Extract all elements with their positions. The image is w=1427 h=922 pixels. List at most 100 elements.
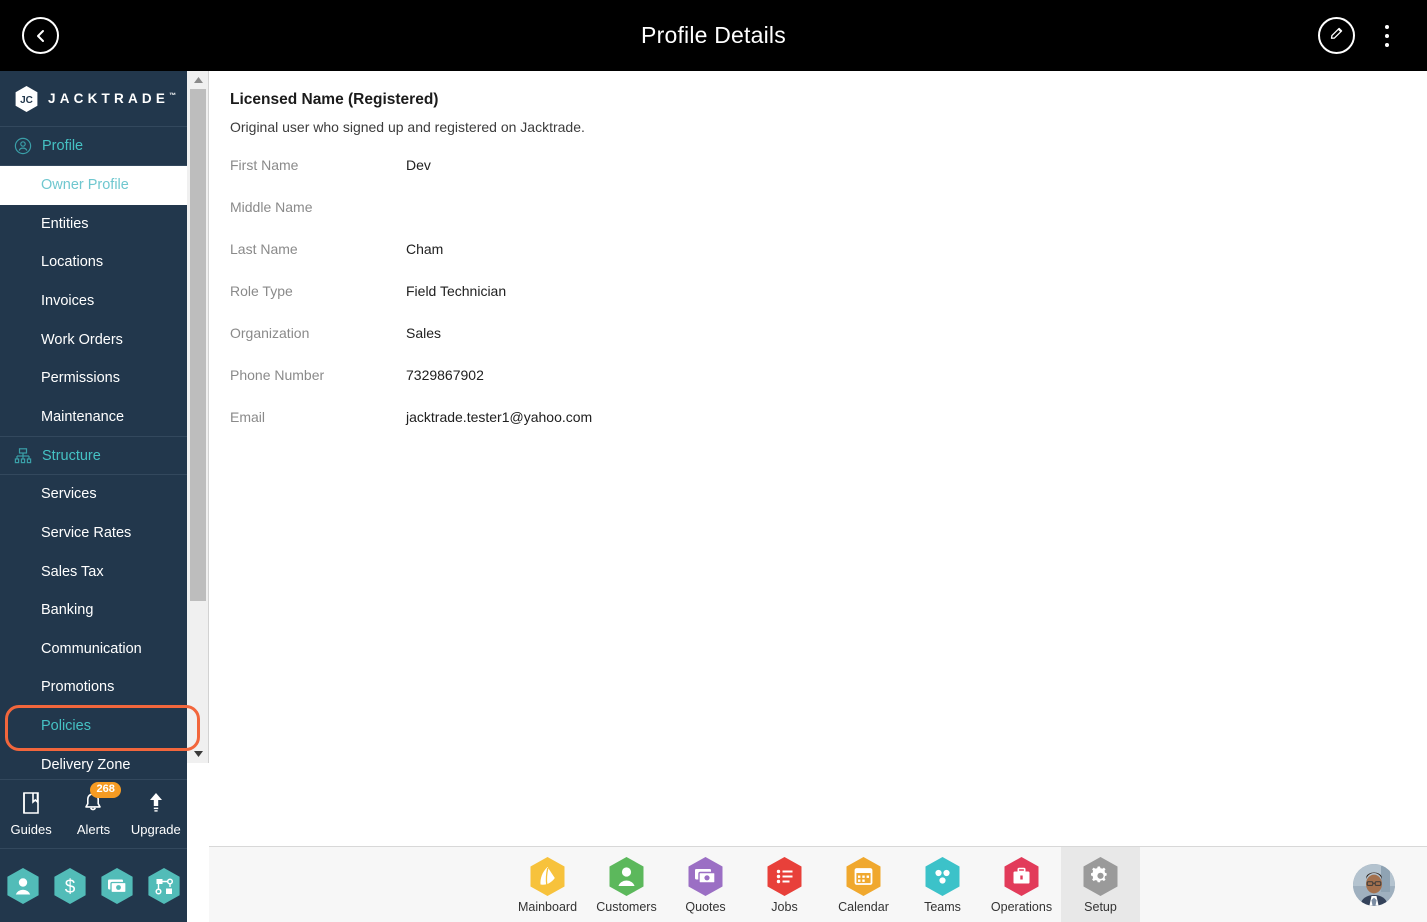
- field-label: Last Name: [230, 241, 298, 257]
- field-row-email: Email jacktrade.tester1@yahoo.com: [230, 409, 1427, 451]
- sidebar-item-banking[interactable]: Banking: [0, 590, 187, 630]
- section-title: Licensed Name (Registered): [230, 91, 439, 108]
- upgrade-button[interactable]: Upgrade: [127, 791, 185, 837]
- bottom-nav-quotes[interactable]: Quotes: [666, 847, 745, 922]
- bottom-nav-mainboard[interactable]: Mainboard: [508, 847, 587, 922]
- sidebar-item-sales-tax[interactable]: Sales Tax: [0, 552, 187, 591]
- sidebar-group-structure[interactable]: Structure: [0, 436, 187, 476]
- sidebar-item-locations[interactable]: Locations: [0, 243, 187, 282]
- teams-icon: [924, 856, 961, 897]
- bottom-nav-label: Teams: [924, 900, 961, 914]
- sidebar-item-service-rates[interactable]: Service Rates: [0, 513, 187, 553]
- edit-button[interactable]: [1318, 17, 1355, 54]
- sidebar-item-label: Banking: [41, 602, 94, 619]
- sidebar-item-policies[interactable]: Policies: [0, 706, 187, 746]
- shortcut-person-button[interactable]: [6, 867, 40, 905]
- field-row-organization: Organization Sales: [230, 325, 1427, 367]
- overflow-menu-button[interactable]: [1375, 17, 1399, 54]
- hierarchy-icon: [13, 446, 33, 466]
- field-value: Dev: [406, 157, 431, 173]
- quick-action-label: Alerts: [76, 822, 111, 837]
- sidebar-item-permissions[interactable]: Permissions: [0, 358, 187, 398]
- field-value: jacktrade.tester1@yahoo.com: [406, 409, 593, 425]
- field-label: Organization: [230, 325, 310, 341]
- page-title: Profile Details: [641, 22, 786, 48]
- sidebar-group-label: Structure: [42, 447, 101, 464]
- sidebar-item-maintenance[interactable]: Maintenance: [0, 397, 187, 437]
- user-circle-icon: [13, 136, 33, 156]
- sidebar-item-label: Locations: [41, 254, 104, 271]
- sidebar-nav-scroll: Profile Owner Profile Entities Locations…: [0, 127, 187, 834]
- bottom-nav-label: Operations: [990, 900, 1053, 914]
- sidebar-item-communication[interactable]: Communication: [0, 629, 187, 669]
- shortcut-workflow-button[interactable]: [147, 867, 181, 905]
- bottom-nav-calendar[interactable]: Calendar: [824, 847, 903, 922]
- bottom-nav-label: Mainboard: [517, 900, 578, 914]
- bottom-nav-label: Customers: [596, 900, 657, 914]
- scroll-up-button[interactable]: [187, 71, 209, 89]
- field-label: Middle Name: [230, 199, 313, 215]
- field-value: Cham: [406, 241, 444, 257]
- field-value: Field Technician: [406, 283, 507, 299]
- sidebar-item-label: Maintenance: [41, 408, 125, 425]
- trademark-symbol: ™: [169, 92, 177, 100]
- sidebar-item-label: Services: [41, 486, 97, 503]
- bottom-nav-customers[interactable]: Customers: [587, 847, 666, 922]
- bottom-nav-label: Quotes: [685, 900, 726, 914]
- bottom-nav-setup[interactable]: Setup: [1061, 847, 1140, 922]
- sidebar-item-label: Owner Profile: [41, 177, 129, 194]
- svg-text:JC: JC: [20, 95, 33, 106]
- kebab-menu-icon: [1385, 42, 1389, 47]
- bottom-nav-operations[interactable]: Operations: [982, 847, 1061, 922]
- calendar-icon: [845, 856, 882, 897]
- top-header-bar: Profile Details: [0, 0, 1427, 71]
- sidebar: JC JACKTRADE™ Profile Owner Profile Enti…: [0, 71, 200, 922]
- field-row-phone-number: Phone Number 7329867902: [230, 367, 1427, 409]
- brand-logo[interactable]: JC JACKTRADE™: [0, 71, 187, 127]
- sidebar-item-promotions[interactable]: Promotions: [0, 668, 187, 707]
- sidebar-item-services[interactable]: Services: [0, 475, 187, 514]
- field-label: Role Type: [230, 283, 293, 299]
- bottom-nav-label: Setup: [1084, 900, 1117, 914]
- sidebar-item-label: Entities: [41, 215, 89, 232]
- triangle-down-icon: [193, 751, 203, 757]
- sidebar-item-owner-profile[interactable]: Owner Profile: [0, 166, 187, 205]
- fan-icon: [529, 856, 566, 897]
- sidebar-item-entities[interactable]: Entities: [0, 204, 187, 244]
- guides-button[interactable]: Guides: [2, 791, 60, 837]
- bottom-nav-label: Calendar: [838, 900, 889, 914]
- money-exchange-icon: [687, 856, 724, 897]
- sidebar-scrollbar[interactable]: [187, 71, 209, 763]
- field-label: Email: [230, 409, 266, 425]
- scroll-down-button[interactable]: [187, 745, 209, 763]
- field-label: First Name: [230, 157, 299, 173]
- bottom-nav-label: Jobs: [771, 900, 798, 914]
- bottom-nav-items: Mainboard Customers Quotes Jobs Calendar…: [508, 847, 1140, 922]
- user-avatar[interactable]: [1353, 864, 1395, 906]
- field-row-middle-name: Middle Name: [230, 199, 1427, 241]
- field-row-last-name: Last Name Cham: [230, 241, 1427, 283]
- triangle-up-icon: [193, 77, 203, 83]
- shortcut-dollar-button[interactable]: $: [53, 867, 87, 905]
- sidebar-item-invoices[interactable]: Invoices: [0, 281, 187, 321]
- sidebar-item-label: Invoices: [41, 293, 95, 310]
- scrollbar-thumb[interactable]: [190, 89, 206, 601]
- gear-icon: [1082, 856, 1119, 897]
- sidebar-item-label: Policies: [41, 718, 91, 735]
- up-arrow-icon: [145, 791, 167, 818]
- sidebar-quick-actions: Guides 268 Alerts Upgrade: [0, 779, 187, 849]
- bottom-nav-teams[interactable]: Teams: [903, 847, 982, 922]
- sidebar-item-label: Service Rates: [41, 525, 132, 542]
- app-root: Profile Details JC JACKTRADE™ Profile Ow…: [0, 0, 1427, 922]
- sidebar-group-profile[interactable]: Profile: [0, 127, 187, 166]
- field-value: Sales: [406, 325, 442, 341]
- section-description: Original user who signed up and register…: [230, 119, 585, 135]
- alerts-button[interactable]: 268 Alerts: [64, 782, 122, 837]
- shortcut-money-exchange-button[interactable]: [100, 867, 134, 905]
- sidebar-item-label: Permissions: [41, 370, 120, 387]
- bottom-nav-jobs[interactable]: Jobs: [745, 847, 824, 922]
- sidebar-shortcut-hexes: $: [0, 850, 187, 922]
- sidebar-item-work-orders[interactable]: Work Orders: [0, 320, 187, 359]
- pencil-icon: [1328, 25, 1345, 47]
- book-icon: [20, 791, 42, 818]
